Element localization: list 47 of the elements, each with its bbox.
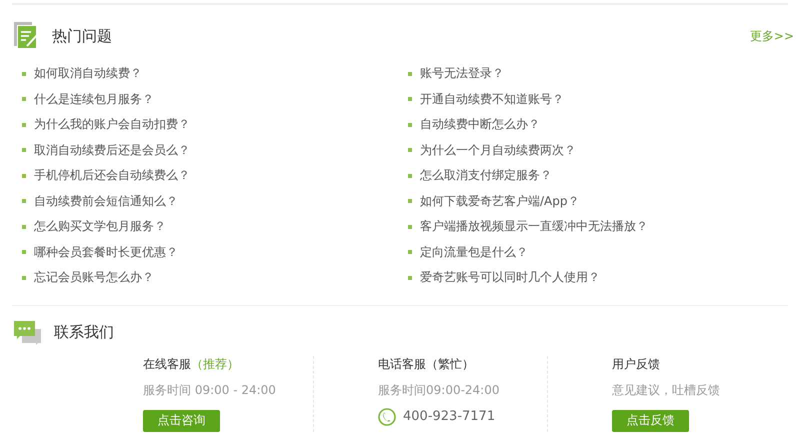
bullet-icon: [22, 72, 26, 76]
bullet-icon: [22, 199, 26, 204]
question-link[interactable]: 客户端播放视频显示一直缓冲中无法播放？: [420, 218, 648, 236]
bullet-icon: [22, 224, 26, 229]
question-link[interactable]: 忘记会员账号怎么办？: [34, 269, 154, 286]
bullet-icon: [408, 97, 412, 102]
bullet-icon: [408, 122, 412, 127]
bullet-icon: [22, 97, 26, 102]
bullet-icon: [408, 224, 412, 229]
question-link[interactable]: 自动续费前会短信通知么？: [34, 192, 178, 210]
question-link[interactable]: 爱奇艺账号可以同时几个人使用？: [420, 269, 600, 286]
question-link[interactable]: 自动续费中断怎么办？: [420, 116, 540, 134]
bullet-icon: [408, 148, 412, 152]
bullet-icon: [408, 72, 412, 76]
channel-name: 用户反馈: [612, 356, 661, 372]
phone-icon: [378, 408, 396, 426]
channel-name: 在线客服（推荐）: [143, 356, 240, 372]
bullet-icon: [22, 122, 26, 127]
bullet-icon: [408, 174, 412, 178]
question-link[interactable]: 怎么购买文学包月服务？: [34, 218, 166, 236]
question-link[interactable]: 为什么一个月自动续费两次？: [420, 142, 576, 159]
question-link[interactable]: 怎么取消支付绑定服务？: [420, 167, 552, 184]
bullet-icon: [22, 174, 26, 178]
channel-name: 电话客服（繁忙）: [378, 356, 475, 372]
bullet-icon: [22, 250, 26, 254]
question-link[interactable]: 为什么我的账户会自动扣费？: [34, 116, 190, 134]
question-link[interactable]: 定向流量包是什么？: [420, 244, 528, 261]
question-link[interactable]: 哪种会员套餐时长更优惠？: [34, 244, 178, 261]
bullet-icon: [408, 250, 412, 254]
service-hours: 服务时间 09:00 - 24:00: [143, 382, 277, 398]
section-title: 热门问题: [52, 26, 112, 46]
chat-icon: [14, 320, 42, 344]
bullet-icon: [408, 199, 412, 204]
section-title: 联系我们: [54, 323, 114, 342]
service-hours: 服务时间09:00-24:00: [378, 382, 500, 398]
question-link[interactable]: 开通自动续费不知道账号？: [420, 90, 564, 108]
question-link[interactable]: 取消自动续费后还是会员么？: [34, 142, 190, 159]
question-link[interactable]: 如何取消自动续费？: [34, 65, 142, 82]
question-link[interactable]: 如何下载爱奇艺客户端/App？: [420, 192, 580, 210]
phone-number: 400-923-7171: [403, 409, 496, 424]
bullet-icon: [408, 276, 412, 280]
question-link[interactable]: 手机停机后还会自动续费么？: [34, 167, 190, 184]
question-link[interactable]: 账号无法登录？: [420, 65, 504, 82]
bullet-icon: [22, 148, 26, 152]
service-hours: 意见建议，吐槽反馈: [612, 382, 721, 398]
question-link[interactable]: 什么是连续包月服务？: [34, 90, 154, 108]
bullet-icon: [22, 276, 26, 280]
